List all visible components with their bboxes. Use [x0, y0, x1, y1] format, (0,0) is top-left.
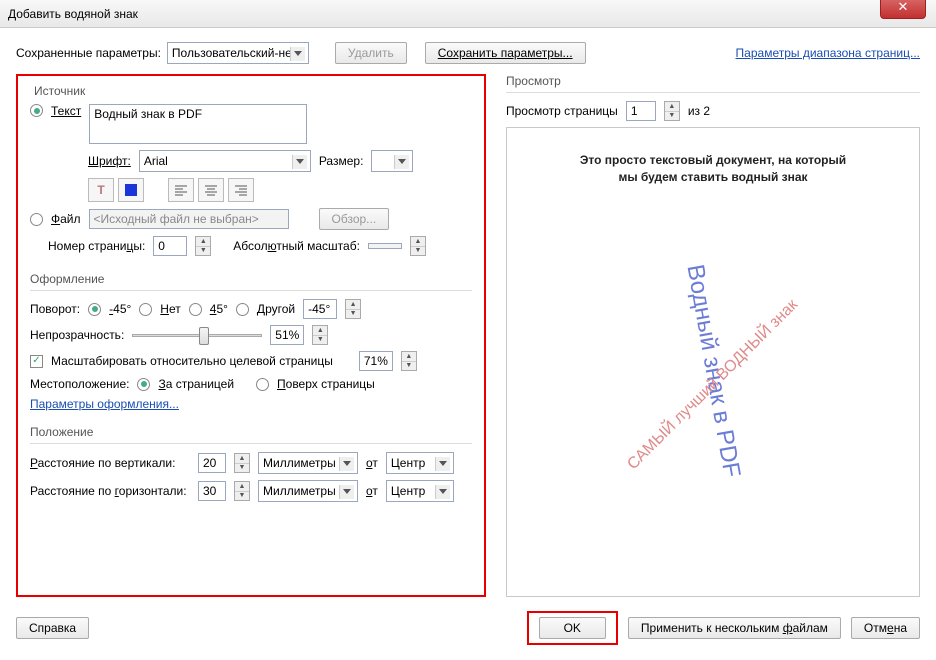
- from-label: от: [366, 456, 378, 470]
- hdist-label: Расстояние по горизонтали:: [30, 484, 190, 498]
- loc-front-radio[interactable]: [256, 378, 269, 391]
- align-right-icon[interactable]: [228, 178, 254, 202]
- scale-input[interactable]: 71%: [359, 351, 393, 371]
- watermark-text-input[interactable]: Водный знак в PDF: [89, 104, 307, 144]
- from-label-2: от: [366, 484, 378, 498]
- rot-none-radio[interactable]: [139, 303, 152, 316]
- scale-checkbox-label: Масштабировать относительно целевой стра…: [51, 354, 333, 368]
- help-button[interactable]: Справка: [16, 617, 89, 639]
- save-params-button[interactable]: Сохранить параметры...: [425, 42, 586, 64]
- page-range-link[interactable]: Параметры диапазона страниц...: [736, 46, 920, 60]
- preview-page-input[interactable]: 1: [626, 101, 656, 121]
- size-label: Размер:: [319, 154, 364, 168]
- cancel-button[interactable]: Отмена: [851, 617, 920, 639]
- scale-spinner[interactable]: ▲▼: [401, 351, 417, 371]
- opacity-input[interactable]: 51%: [270, 325, 304, 345]
- preview-of-label: из 2: [688, 104, 710, 118]
- saved-params-select[interactable]: Пользовательский-не: [167, 42, 309, 64]
- text-radio[interactable]: [30, 104, 43, 117]
- rot-spinner[interactable]: ▲▼: [345, 299, 361, 319]
- titlebar: Добавить водяной знак ✕: [0, 0, 936, 28]
- window-title: Добавить водяной знак: [8, 7, 138, 21]
- source-fieldset: Источник Текст Водный знак в PDF Шрифт: …: [30, 84, 472, 262]
- preview-page-spinner[interactable]: ▲▼: [664, 101, 680, 121]
- opacity-slider[interactable]: [132, 325, 262, 345]
- abs-scale-spinner[interactable]: ▲▼: [410, 236, 426, 256]
- loc-behind-radio[interactable]: [137, 378, 150, 391]
- location-label: Местоположение:: [30, 377, 129, 391]
- preview-canvas: Это просто текстовый документ, на которы…: [506, 127, 920, 597]
- rot-value-input[interactable]: -45°: [303, 299, 337, 319]
- rot-other-radio[interactable]: [236, 303, 249, 316]
- vdist-label: Расстояние по вертикали:: [30, 456, 190, 470]
- abs-scale-label: Абсолютный масштаб:: [233, 239, 360, 253]
- appearance-options-link[interactable]: Параметры оформления...: [30, 397, 179, 411]
- appearance-legend: Оформление: [30, 272, 472, 286]
- delete-button[interactable]: Удалить: [335, 42, 407, 64]
- color-icon[interactable]: [118, 178, 144, 202]
- ok-button[interactable]: OK: [539, 617, 606, 639]
- rot-45-radio[interactable]: [189, 303, 202, 316]
- file-path-input: <Исходный файл не выбран>: [89, 209, 289, 229]
- page-num-input[interactable]: 0: [153, 236, 187, 256]
- vdist-spinner[interactable]: ▲▼: [234, 453, 250, 473]
- doc-line1: Это просто текстовый документ, на которы…: [537, 152, 889, 169]
- align-left-icon[interactable]: [168, 178, 194, 202]
- vdist-from-select[interactable]: Центр: [386, 452, 454, 474]
- saved-params-label: Сохраненные параметры:: [16, 46, 161, 60]
- page-num-label: Номер страницы:: [48, 239, 145, 253]
- rotation-label: Поворот:: [30, 302, 80, 316]
- ok-highlight: OK: [527, 611, 618, 645]
- browse-button[interactable]: Обзор...: [319, 208, 390, 230]
- opacity-spinner[interactable]: ▲▼: [312, 325, 328, 345]
- hdist-from-select[interactable]: Центр: [386, 480, 454, 502]
- file-radio[interactable]: [30, 213, 43, 226]
- opacity-label: Непрозрачность:: [30, 328, 124, 342]
- doc-line2: мы будем ставить водный знак: [537, 169, 889, 186]
- font-select[interactable]: Arial: [139, 150, 311, 172]
- file-radio-label: Файл: [51, 212, 81, 226]
- vdist-unit-select[interactable]: Миллиметры: [258, 452, 358, 474]
- text-radio-label: Текст: [51, 104, 81, 118]
- apply-multiple-button[interactable]: Применить к нескольким файлам: [628, 617, 841, 639]
- vdist-input[interactable]: 20: [198, 453, 226, 473]
- hdist-spinner[interactable]: ▲▼: [234, 481, 250, 501]
- scale-checkbox[interactable]: [30, 355, 43, 368]
- hdist-input[interactable]: 30: [198, 481, 226, 501]
- position-legend: Положение: [30, 425, 472, 439]
- page-num-spinner[interactable]: ▲▼: [195, 236, 211, 256]
- hdist-unit-select[interactable]: Миллиметры: [258, 480, 358, 502]
- source-legend: Источник: [30, 84, 89, 98]
- align-center-icon[interactable]: [198, 178, 224, 202]
- close-button[interactable]: ✕: [880, 0, 926, 19]
- rot-neg45-radio[interactable]: [88, 303, 101, 316]
- size-select[interactable]: [371, 150, 413, 172]
- preview-legend: Просмотр: [506, 74, 920, 88]
- preview-page-label: Просмотр страницы: [506, 104, 618, 118]
- abs-scale-input[interactable]: [368, 243, 402, 249]
- underline-icon[interactable]: T: [88, 178, 114, 202]
- font-label: Шрифт:: [88, 154, 131, 168]
